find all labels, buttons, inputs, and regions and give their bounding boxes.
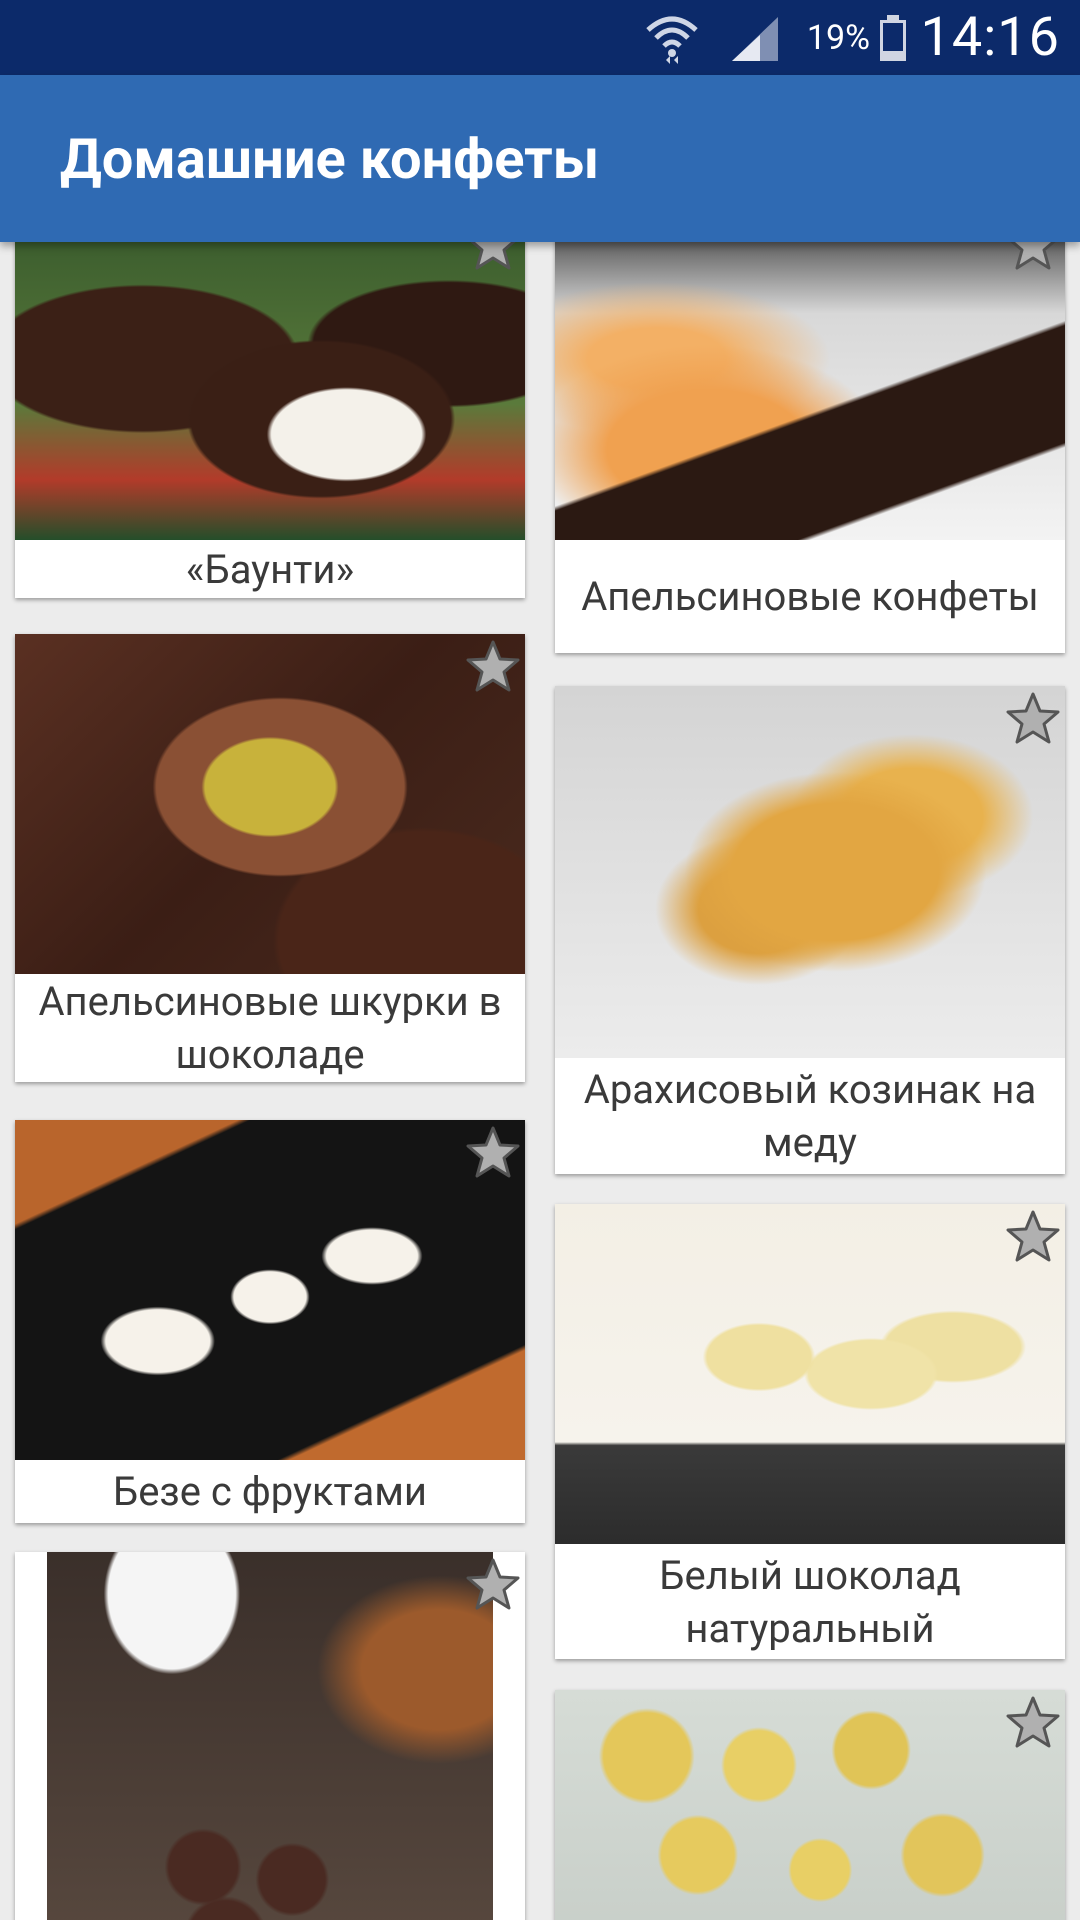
star-icon[interactable] <box>465 1556 521 1612</box>
recipe-title: Арахисовый козинак на меду <box>583 1066 1037 1166</box>
recipe-card[interactable] <box>15 1552 525 1920</box>
recipe-card[interactable]: «Баунти» <box>15 242 525 598</box>
star-icon[interactable] <box>1005 1208 1061 1264</box>
page-title: Домашние конфеты <box>60 125 600 192</box>
signal-icon <box>730 0 780 75</box>
peanut-kozinak-photo <box>555 686 1065 1058</box>
recipe-title: Белый шоколад натуральный <box>659 1551 961 1652</box>
star-icon[interactable] <box>1005 690 1061 746</box>
recipe-card[interactable]: Апельсиновые конфеты <box>555 242 1065 653</box>
bounty-photo <box>15 242 525 540</box>
orange-peel-chocolate-photo <box>15 634 525 974</box>
star-icon[interactable] <box>1005 242 1061 272</box>
recipe-card[interactable] <box>555 1690 1065 1920</box>
status-bar: 19% 14:16 <box>0 0 1080 75</box>
star-icon[interactable] <box>465 242 521 272</box>
recipe-card[interactable]: Белый шоколад натуральный <box>555 1204 1065 1659</box>
battery-icon <box>878 0 908 75</box>
recipe-title: Апельсиновые конфеты <box>581 573 1039 620</box>
recipe-title: «Баунти» <box>185 545 355 593</box>
star-icon[interactable] <box>1005 1694 1061 1750</box>
recipe-card[interactable]: Безе с фруктами <box>15 1120 525 1523</box>
wifi-icon <box>644 0 700 75</box>
recipe-grid[interactable]: «Баунти» Апельсиновые шкурки в шоколаде … <box>0 242 1080 1920</box>
clock: 14:16 <box>920 6 1060 69</box>
star-icon[interactable] <box>465 638 521 694</box>
recipe-card[interactable]: Арахисовый козинак на меду <box>555 686 1065 1174</box>
yellow-balls-photo <box>555 1690 1065 1920</box>
recipe-card[interactable]: Апельсиновые шкурки в шоколаде <box>15 634 525 1082</box>
star-icon[interactable] <box>465 1124 521 1180</box>
recipe-title: Безе с фруктами <box>113 1468 427 1515</box>
orange-candies-photo <box>555 242 1065 540</box>
recipe-title: Апельсиновые шкурки в шоколаде <box>38 978 502 1078</box>
truffles-photo <box>47 1552 493 1920</box>
battery-percent: 19% <box>806 17 870 58</box>
meringue-fruits-photo <box>15 1120 525 1460</box>
white-chocolate-photo <box>555 1204 1065 1544</box>
app-bar: Домашние конфеты <box>0 75 1080 242</box>
